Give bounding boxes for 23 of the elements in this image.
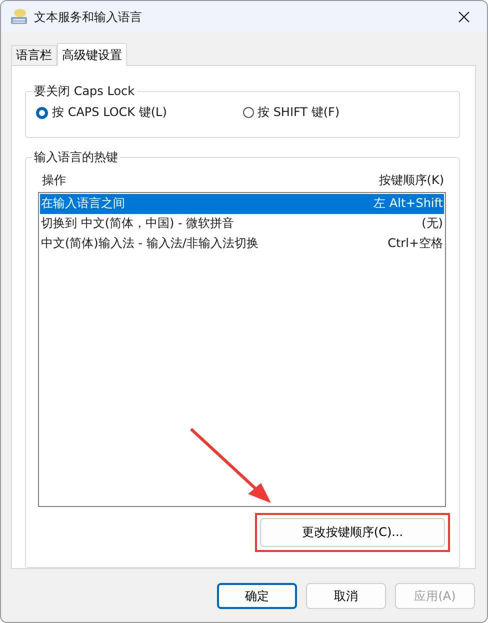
- window-title: 文本服务和输入语言: [34, 8, 143, 26]
- radio-option[interactable]: 按 SHIFT 键(F): [242, 104, 449, 121]
- group-title: 输入语言的热键: [32, 148, 120, 166]
- dialog-button[interactable]: 取消: [306, 583, 386, 609]
- key-sequence: (无): [422, 215, 443, 232]
- radio-label: 按 SHIFT 键(F): [258, 104, 340, 121]
- tab[interactable]: 语言栏: [11, 45, 57, 65]
- change-key-sequence-button[interactable]: 更改按键顺序(C)...: [260, 518, 445, 547]
- column-header: 操作: [42, 172, 66, 190]
- column-header: 按键顺序(K): [378, 172, 444, 190]
- tab[interactable]: 高级键设置: [57, 43, 127, 66]
- key-sequence: 左 Alt+Shift: [374, 195, 443, 212]
- action-text: 切换到 中文(简体，中国) - 微软拼音: [41, 215, 234, 232]
- action-text: 在输入语言之间: [41, 195, 125, 212]
- group-title: 要关闭 Caps Lock: [32, 83, 137, 100]
- key-sequence: Ctrl+空格: [388, 235, 443, 252]
- radio-label: 按 CAPS LOCK 键(L): [52, 104, 167, 121]
- list-row[interactable]: 切换到 中文(简体，中国) - 微软拼音 (无): [40, 214, 444, 234]
- list-row[interactable]: 中文(简体)输入法 - 输入法/非输入法切换 Ctrl+空格: [40, 234, 444, 254]
- action-text: 中文(简体)输入法 - 输入法/非输入法切换: [41, 235, 258, 252]
- radio-option[interactable]: 按 CAPS LOCK 键(L): [36, 104, 242, 121]
- list-row[interactable]: 在输入语言之间 左 Alt+Shift: [40, 194, 444, 214]
- dialog-button[interactable]: 确定: [217, 583, 297, 609]
